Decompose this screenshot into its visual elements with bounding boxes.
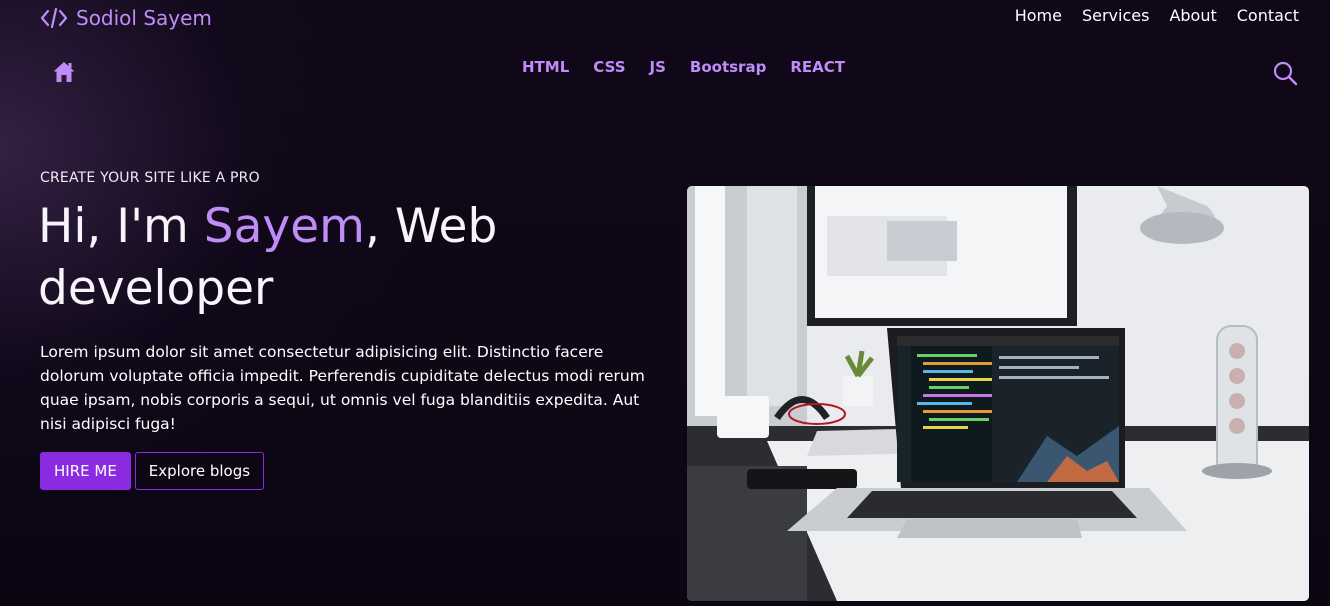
explore-blogs-button[interactable]: Explore blogs <box>134 452 265 490</box>
hero-headline: Hi, I'm Sayem, Web developer <box>38 196 598 320</box>
nav-link-services[interactable]: Services <box>1082 6 1149 25</box>
hero-image <box>687 186 1309 601</box>
cat-link-css[interactable]: CSS <box>593 58 625 76</box>
brand-name: Sodiol Sayem <box>76 6 212 30</box>
nav-link-about[interactable]: About <box>1169 6 1216 25</box>
hire-me-button[interactable]: HIRE ME <box>40 452 131 490</box>
headline-name: Sayem <box>203 199 365 254</box>
cat-link-html[interactable]: HTML <box>522 58 569 76</box>
nav-link-contact[interactable]: Contact <box>1237 6 1299 25</box>
top-nav: Home Services About Contact <box>1015 6 1299 25</box>
nav-link-home[interactable]: Home <box>1015 6 1062 25</box>
hero-buttons: HIRE ME Explore blogs <box>40 452 265 490</box>
category-nav: HTML CSS JS Bootsrap REACT <box>522 58 845 76</box>
cat-link-bootstrap[interactable]: Bootsrap <box>690 58 766 76</box>
cat-link-js[interactable]: JS <box>650 58 666 76</box>
headline-prefix: Hi, I'm <box>38 199 204 254</box>
hero-description: Lorem ipsum dolor sit amet consectetur a… <box>40 343 645 433</box>
code-icon <box>40 7 68 29</box>
brand-logo[interactable]: Sodiol Sayem <box>40 6 212 30</box>
search-icon[interactable] <box>1272 60 1298 86</box>
home-icon[interactable] <box>52 60 76 84</box>
cat-link-react[interactable]: REACT <box>790 58 845 76</box>
hero-eyebrow: CREATE YOUR SITE LIKE A PRO <box>40 170 260 186</box>
